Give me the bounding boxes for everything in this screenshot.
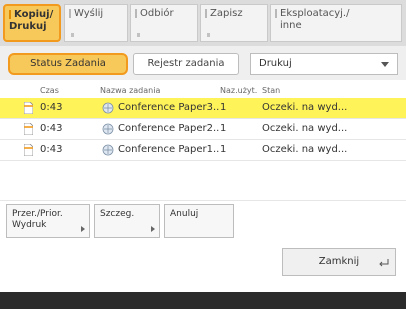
top-tab-bar: Kopiuj/ Drukuj Wyślij Odbiór Zapisz Eksp… (0, 0, 406, 46)
return-arrow-icon (379, 259, 389, 267)
close-label: Zamknij (318, 256, 360, 267)
tab-label: Odbiór (140, 8, 174, 19)
job-list: 0:43 Conference Paper3.. 1 Oczeki. na wy… (0, 98, 406, 161)
action-label: Przer./Prior. (12, 209, 63, 219)
chevron-right-icon (81, 226, 85, 232)
network-job-icon (102, 123, 114, 135)
log-tab-button[interactable]: Rejestr zadania (133, 53, 239, 75)
tab-consumables-other[interactable]: Eksploatacyj./ inne (270, 4, 402, 42)
job-state: Oczeki. na wyd... (262, 144, 348, 155)
tab-label: Wyślij (74, 8, 104, 19)
col-name-header: Nazwa zadania (100, 86, 161, 95)
change-priority-print-button[interactable]: Przer./Prior. Wydruk (6, 204, 90, 238)
tab-label-line2: Drukuj (9, 21, 47, 32)
job-type-select[interactable]: Drukuj (250, 53, 398, 75)
action-label: Szczeg. (100, 209, 135, 219)
chevron-down-icon (381, 62, 389, 67)
status-tab-button[interactable]: Status Zadania (8, 53, 128, 75)
job-state: Oczeki. na wyd... (262, 102, 348, 113)
subtab-row: Status Zadania Rejestr zadania Drukuj (0, 46, 406, 80)
job-name: Conference Paper2.. (118, 123, 220, 134)
details-button[interactable]: Szczeg. (94, 204, 160, 238)
job-state: Oczeki. na wyd... (262, 123, 348, 134)
tab-indicator-icon (9, 10, 11, 19)
tab-label: Eksploatacyj./ (280, 8, 350, 19)
tab-send[interactable]: Wyślij (64, 4, 128, 42)
table-row[interactable]: 0:43 Conference Paper2.. 1 Oczeki. na wy… (0, 119, 406, 140)
tab-dot-icon (71, 33, 74, 37)
table-row[interactable]: 0:43 Conference Paper3.. 1 Oczeki. na wy… (0, 98, 406, 119)
status-bar (0, 292, 406, 309)
chevron-right-icon (151, 226, 155, 232)
tab-label: Kopiuj/ (14, 9, 54, 20)
tab-indicator-icon (275, 9, 277, 18)
tab-dot-icon (137, 33, 140, 37)
job-user: 1 (220, 144, 227, 155)
job-time: 0:43 (40, 102, 63, 113)
tab-store[interactable]: Zapisz (200, 4, 268, 42)
network-job-icon (102, 102, 114, 114)
col-time-header: Czas (40, 86, 59, 95)
document-icon (24, 102, 33, 114)
table-header: Czas Nazwa zadania Naz.użyt. Stan (0, 84, 406, 98)
close-button[interactable]: Zamknij (282, 248, 396, 276)
list-empty-area (0, 160, 406, 201)
col-user-header: Naz.użyt. (220, 86, 258, 95)
tab-indicator-icon (69, 9, 71, 18)
job-time: 0:43 (40, 144, 63, 155)
tab-label: Zapisz (210, 8, 243, 19)
document-icon (24, 123, 33, 135)
table-row[interactable]: 0:43 Conference Paper1.. 1 Oczeki. na wy… (0, 140, 406, 161)
col-state-header: Stan (262, 86, 281, 95)
job-name: Conference Paper3.. (118, 102, 220, 113)
tab-dot-icon (207, 33, 210, 37)
tab-label-line2: inne (280, 20, 302, 31)
job-time: 0:43 (40, 123, 63, 134)
cancel-button[interactable]: Anuluj (164, 204, 234, 238)
action-label: Anuluj (170, 209, 199, 219)
network-job-icon (102, 144, 114, 156)
action-label-line2: Wydruk (12, 220, 47, 230)
job-user: 1 (220, 123, 227, 134)
tab-indicator-icon (135, 9, 137, 18)
job-type-value: Drukuj (259, 58, 292, 69)
job-name: Conference Paper1.. (118, 144, 220, 155)
tab-receive[interactable]: Odbiór (130, 4, 198, 42)
job-user: 1 (220, 102, 227, 113)
tab-copy-print[interactable]: Kopiuj/ Drukuj (3, 4, 61, 42)
document-icon (24, 144, 33, 156)
tab-indicator-icon (205, 9, 207, 18)
